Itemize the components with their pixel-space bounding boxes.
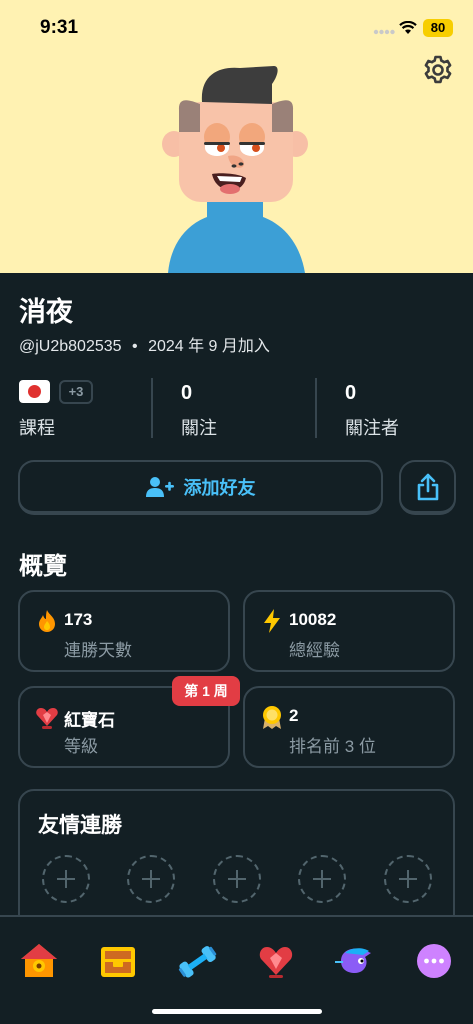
bottom-tab-bar [0, 915, 473, 1024]
bird-icon[interactable] [335, 941, 375, 981]
flame-icon [39, 610, 55, 632]
stats-row: +3 課程 0 關注 0 關注者 [0, 376, 473, 438]
overview-title: 概覽 [19, 553, 67, 580]
following-count: 0 [181, 382, 193, 404]
add-friend-streak-slot[interactable] [213, 855, 261, 903]
add-friend-label: 添加好友 [183, 477, 256, 498]
add-friend-button[interactable]: 添加好友 [18, 460, 383, 515]
followers-count: 0 [345, 382, 357, 404]
wifi-icon [399, 21, 417, 34]
league-label: 等級 [64, 737, 98, 756]
courses-stat[interactable]: +3 課程 [0, 376, 150, 438]
lightning-icon [264, 609, 280, 633]
dumbbell-icon[interactable] [177, 941, 217, 981]
home-icon[interactable] [19, 941, 59, 981]
share-icon [417, 473, 438, 500]
following-stat[interactable]: 0 關注 [160, 376, 310, 438]
friend-streaks-title: 友情連勝 [38, 814, 122, 837]
chest-icon[interactable] [98, 941, 138, 981]
add-user-icon [145, 476, 174, 497]
more-icon[interactable] [414, 941, 454, 981]
share-button[interactable] [399, 460, 456, 515]
separator-dot: • [132, 338, 138, 355]
followers-stat[interactable]: 0 關注者 [324, 376, 473, 438]
top3-value: 2 [289, 706, 299, 725]
courses-label: 課程 [19, 418, 55, 438]
streak-value: 173 [64, 610, 93, 629]
status-time: 9:31 [40, 17, 79, 38]
add-friend-streak-slot[interactable] [127, 855, 175, 903]
league-value: 紅寶石 [64, 711, 115, 730]
stats-divider [151, 378, 153, 438]
settings-gear-icon[interactable] [422, 54, 454, 86]
streak-card[interactable]: 173 連勝天數 [18, 590, 230, 672]
profile-name: 消夜 [19, 297, 73, 327]
avatar [162, 66, 308, 273]
week-badge: 第 1 周 [172, 676, 240, 706]
heart-icon[interactable] [256, 941, 296, 981]
xp-label: 總經驗 [289, 641, 340, 660]
top3-card[interactable]: 2 排名前 3 位 [243, 686, 455, 768]
add-friend-streak-slot[interactable] [384, 855, 432, 903]
xp-value: 10082 [289, 610, 337, 629]
add-friend-streak-slot[interactable] [298, 855, 346, 903]
japan-flag-icon [19, 380, 50, 403]
ruby-heart-icon [36, 708, 58, 729]
followers-label: 關注者 [345, 418, 399, 438]
username: @jU2b802535 [19, 338, 122, 355]
streak-label: 連勝天數 [64, 641, 132, 660]
top3-label: 排名前 3 位 [289, 737, 376, 756]
courses-extra-badge: +3 [59, 380, 93, 404]
following-label: 關注 [181, 418, 217, 438]
stats-divider [315, 378, 317, 438]
xp-card[interactable]: 10082 總經驗 [243, 590, 455, 672]
medal-icon [263, 706, 281, 729]
home-indicator [152, 1009, 322, 1014]
join-date: 2024 年 9 月加入 [148, 338, 270, 355]
add-friend-streak-slot[interactable] [42, 855, 90, 903]
status-bar: 9:31 80 [0, 0, 473, 56]
battery-indicator: 80 [423, 19, 453, 37]
profile-header: 9:31 80 [0, 0, 473, 273]
profile-handle-line: @jU2b802535 • 2024 年 9 月加入 [19, 332, 270, 356]
cellular-signal-icon [373, 29, 395, 35]
